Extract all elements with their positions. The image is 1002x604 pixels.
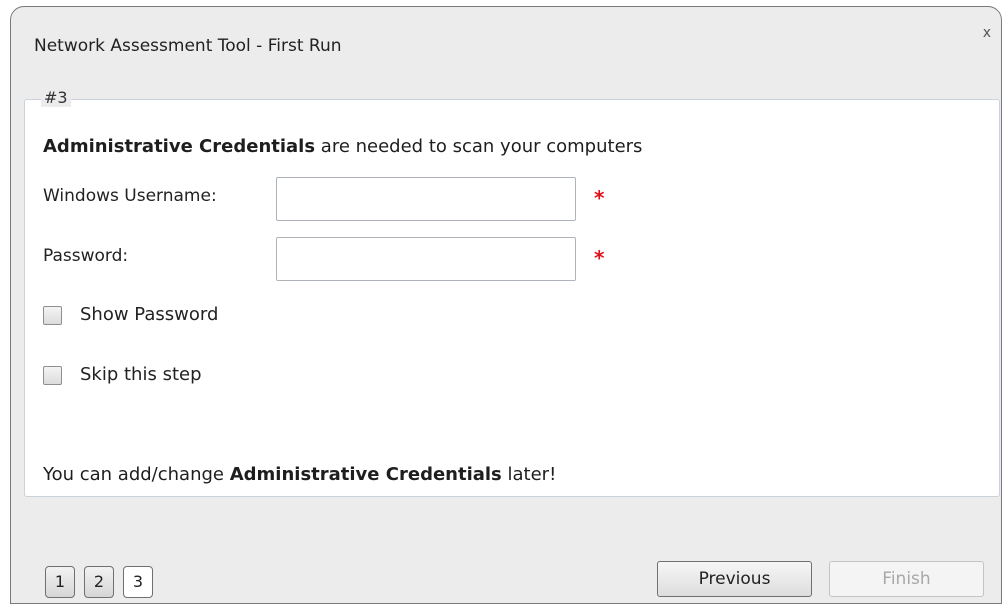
footnote-pre: You can add/change [43, 464, 230, 485]
close-icon[interactable]: x [983, 25, 991, 41]
skip-step-label[interactable]: Skip this step [80, 364, 202, 385]
credentials-group: #3 Administrative Credentials are needed… [24, 88, 1000, 497]
intro-bold: Administrative Credentials [43, 136, 316, 157]
username-field[interactable] [276, 177, 576, 221]
show-password-label[interactable]: Show Password [80, 304, 218, 325]
step-legend: #3 [41, 88, 71, 107]
password-required-marker: * [594, 246, 605, 270]
finish-button[interactable]: Finish [829, 561, 984, 597]
step-1-button[interactable]: 1 [45, 566, 75, 598]
step-3-button[interactable]: 3 [123, 566, 153, 598]
step-2-button[interactable]: 2 [84, 566, 114, 598]
dialog-title: Network Assessment Tool - First Run [34, 36, 342, 56]
skip-step-checkbox[interactable] [43, 366, 62, 385]
footnote-text: You can add/change Administrative Creden… [43, 464, 556, 485]
footnote-bold: Administrative Credentials [229, 464, 502, 485]
intro-rest: are needed to scan your computers [315, 136, 643, 157]
username-label: Windows Username: [43, 186, 217, 206]
first-run-dialog: Network Assessment Tool - First Run x #3… [10, 6, 1002, 604]
previous-button[interactable]: Previous [657, 561, 812, 597]
username-required-marker: * [594, 186, 605, 210]
footnote-post: later! [501, 464, 557, 485]
show-password-checkbox[interactable] [43, 306, 62, 325]
password-label: Password: [43, 246, 129, 266]
intro-text: Administrative Credentials are needed to… [43, 136, 642, 157]
password-field[interactable] [276, 237, 576, 281]
